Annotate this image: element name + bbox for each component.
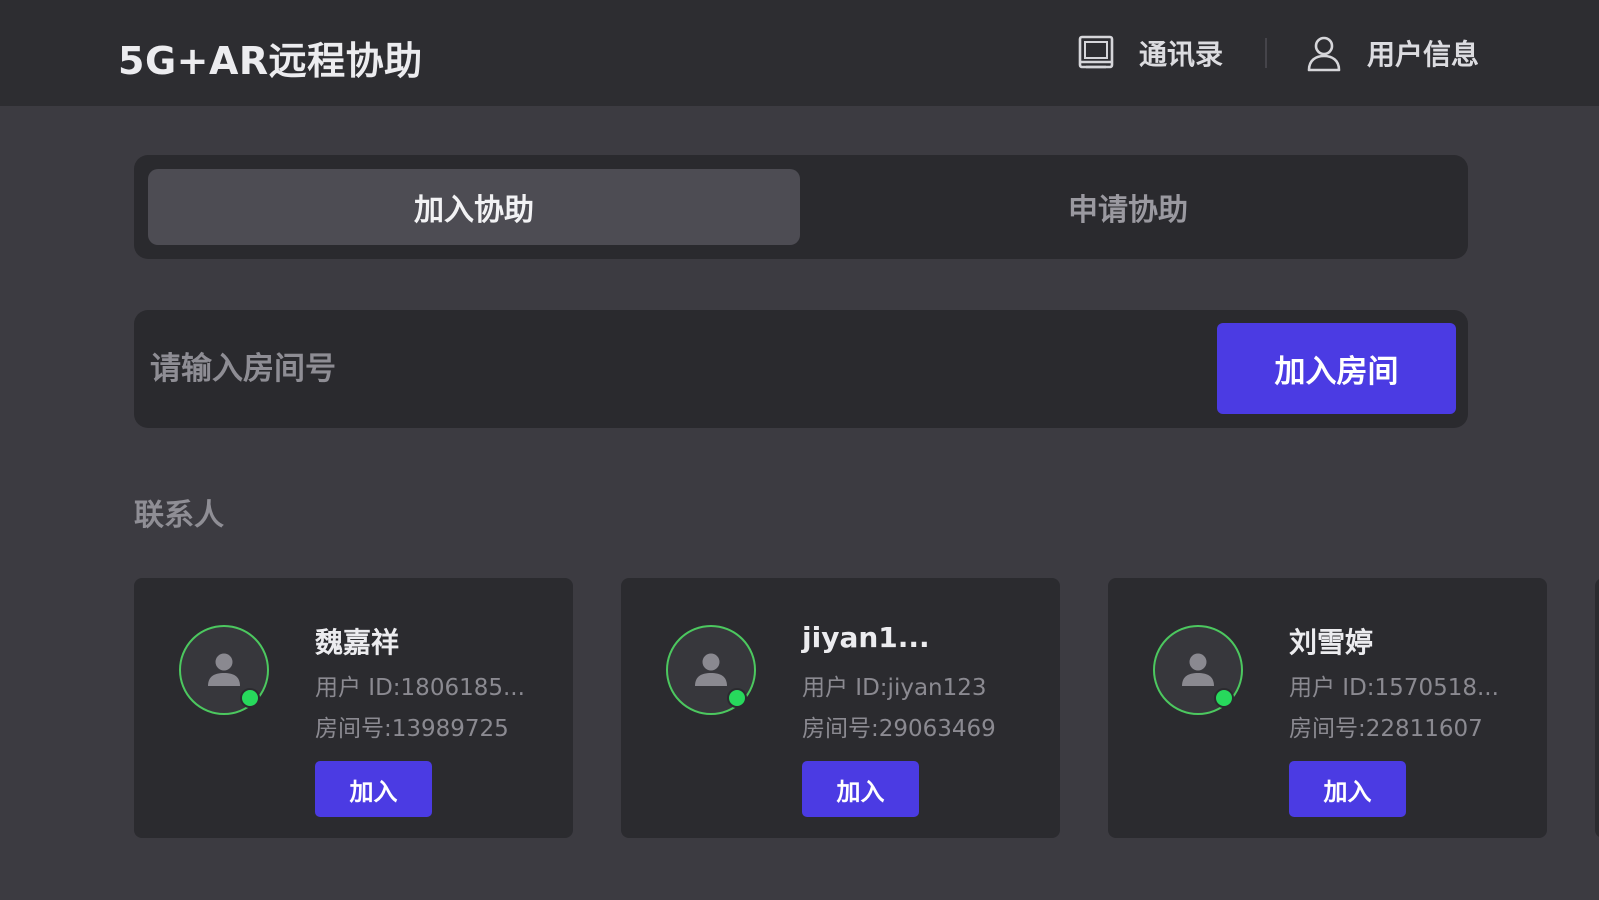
- mode-tabs: 加入协助 申请协助: [134, 155, 1468, 259]
- contact-user-id: 用户 ID:1806185...: [315, 675, 525, 701]
- app-window: 5G+AR远程协助 通讯录 用户信息 加入协助 申请协助 请输入房间号 加入房间…: [0, 0, 1599, 900]
- contacts-nav-label: 通讯录: [1139, 38, 1224, 71]
- contact-room-number: 房间号:13989725: [315, 716, 509, 742]
- contact-room-number: 房间号:22811607: [1289, 716, 1483, 742]
- contact-user-id: 用户 ID:1570518...: [1289, 675, 1499, 701]
- person-icon: [208, 653, 240, 686]
- online-status-dot: [727, 688, 747, 708]
- room-number-input[interactable]: [150, 330, 1190, 408]
- top-bar: 5G+AR远程协助 通讯录 用户信息: [0, 0, 1599, 106]
- tab-request-assist[interactable]: 申请协助: [802, 169, 1454, 245]
- join-contact-button[interactable]: 加入: [802, 761, 919, 817]
- contact-name: 刘雪婷: [1289, 626, 1374, 659]
- join-contact-button[interactable]: 加入: [1289, 761, 1406, 817]
- address-book-icon: [1075, 32, 1117, 74]
- user-info-nav-button[interactable]: 用户信息: [1303, 30, 1479, 76]
- join-room-button[interactable]: 加入房间: [1217, 323, 1456, 414]
- nav-divider: [1265, 38, 1267, 68]
- contacts-section-title: 联系人: [134, 498, 224, 533]
- tab-join-assist[interactable]: 加入协助: [148, 169, 800, 245]
- user-icon: [1303, 32, 1345, 74]
- contact-name: 魏嘉祥: [315, 626, 400, 659]
- join-contact-button[interactable]: 加入: [315, 761, 432, 817]
- contact-card: 魏嘉祥 用户 ID:1806185... 房间号:13989725 加入: [134, 578, 573, 838]
- person-icon: [695, 653, 727, 686]
- contact-room-number: 房间号:29063469: [802, 716, 996, 742]
- user-info-nav-label: 用户信息: [1367, 38, 1480, 71]
- join-room-bar: 加入房间: [134, 310, 1468, 428]
- contact-card-next-peek: [1595, 578, 1599, 838]
- online-status-dot: [240, 688, 260, 708]
- contact-card: 刘雪婷 用户 ID:1570518... 房间号:22811607 加入: [1108, 578, 1547, 838]
- contacts-nav-button[interactable]: 通讯录: [1075, 30, 1223, 76]
- person-icon: [1182, 653, 1214, 686]
- contact-name: jiyan1...: [802, 621, 930, 654]
- app-title: 5G+AR远程协助: [118, 39, 423, 83]
- contact-card: jiyan1... 用户 ID:jiyan123 房间号:29063469 加入: [621, 578, 1060, 838]
- contact-user-id: 用户 ID:jiyan123: [802, 675, 987, 701]
- online-status-dot: [1214, 688, 1234, 708]
